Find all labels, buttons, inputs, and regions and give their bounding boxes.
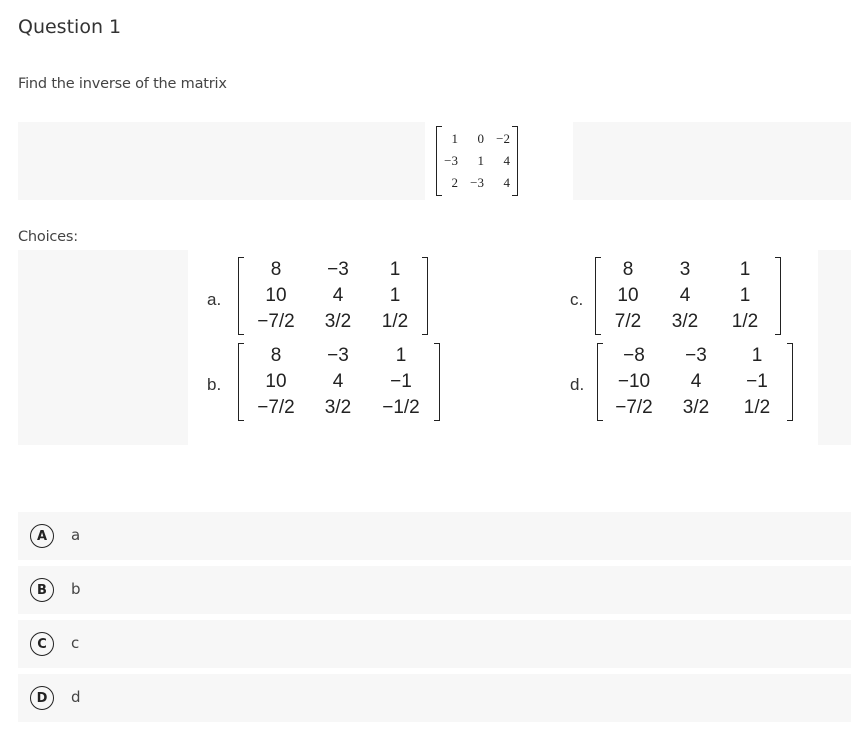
choice-b-letter: b.	[207, 375, 222, 394]
matrix-cell: −7/2	[257, 311, 295, 332]
matrix-cell: 1	[739, 259, 751, 280]
option-label-c: c	[71, 634, 80, 652]
choice-d-letter: d.	[570, 375, 585, 394]
matrix-cell: 3/2	[682, 397, 710, 418]
right-bracket	[422, 257, 428, 335]
answer-option-d[interactable]: D d	[18, 674, 851, 722]
matrix-cell: 3/2	[324, 397, 352, 418]
right-bracket	[787, 343, 793, 421]
matrix-cell: −1	[746, 371, 768, 392]
matrix-cell: −1/2	[382, 397, 420, 418]
matrix-cell: −7/2	[257, 397, 295, 418]
question-matrix: 1 0 −2 −3 1 4 2 −3 4	[436, 126, 518, 196]
matrix-cell: 4	[503, 153, 511, 168]
choice-b-matrix: 8 −3 1 10 4 −1 −7/2 3/2 −1/2	[238, 343, 440, 421]
right-bracket	[434, 343, 440, 421]
matrix-cell: 4	[332, 285, 344, 306]
option-badge-b[interactable]: B	[30, 578, 54, 602]
question-title: Question 1	[18, 16, 122, 38]
matrix-cell: 1/2	[731, 311, 759, 332]
matrix-cell: 1	[739, 285, 751, 306]
option-badge-d[interactable]: D	[30, 686, 54, 710]
option-label-d: d	[71, 688, 81, 706]
matrix-cell: −1	[390, 371, 412, 392]
matrix-cell: 10	[265, 285, 287, 306]
right-bracket	[512, 126, 518, 196]
matrix-cell: 2	[451, 175, 459, 190]
question-prompt: Find the inverse of the matrix	[18, 76, 227, 92]
matrix-cell: 3	[679, 259, 691, 280]
matrix-cell: 1	[477, 153, 485, 168]
choice-a-matrix: 8 −3 1 10 4 1 −7/2 3/2 1/2	[238, 257, 428, 335]
matrix-cell: −3	[327, 259, 349, 280]
matrix-cell: 1/2	[743, 397, 771, 418]
matrix-cell: 1	[389, 259, 401, 280]
matrix-cell: −2	[496, 131, 510, 146]
option-badge-a[interactable]: A	[30, 524, 54, 548]
matrix-cell: 4	[503, 175, 511, 190]
matrix-cell: 8	[270, 259, 282, 280]
answer-option-c[interactable]: C c	[18, 620, 851, 668]
option-label-a: a	[71, 526, 81, 544]
matrix-cell: 3/2	[324, 311, 352, 332]
matrix-cell: −3	[327, 345, 349, 366]
matrix-cell: −3	[444, 153, 458, 168]
matrix-cell: 10	[265, 371, 287, 392]
answer-option-a[interactable]: A a	[18, 512, 851, 560]
choice-a-letter: a.	[207, 290, 222, 309]
matrix-cell: 1/2	[381, 311, 409, 332]
choice-d-matrix: −8 −3 1 −10 4 −1 −7/2 3/2 1/2	[597, 343, 793, 421]
matrix-cell: 3/2	[671, 311, 699, 332]
matrix-cell: 10	[617, 285, 639, 306]
matrix-cell: 1	[451, 131, 459, 146]
matrix-cell: −10	[617, 371, 651, 392]
matrix-cell: −3	[685, 345, 707, 366]
choice-c-letter: c.	[570, 290, 584, 309]
matrix-cell: 0	[477, 131, 485, 146]
choices-label: Choices:	[18, 229, 78, 245]
option-label-b: b	[71, 580, 81, 598]
matrix-cell: 1	[751, 345, 763, 366]
matrix-cell: −3	[470, 175, 484, 190]
choice-c-matrix: 8 3 1 10 4 1 7/2 3/2 1/2	[595, 257, 781, 335]
option-badge-c[interactable]: C	[30, 632, 54, 656]
matrix-cell: 4	[679, 285, 691, 306]
matrix-cell: 7/2	[614, 311, 642, 332]
matrix-cell: 4	[690, 371, 702, 392]
matrix-cell: 8	[270, 345, 282, 366]
right-bracket	[775, 257, 781, 335]
answer-option-b[interactable]: B b	[18, 566, 851, 614]
matrix-cell: −8	[623, 345, 645, 366]
matrix-cell: 4	[332, 371, 344, 392]
matrix-cell: 1	[389, 285, 401, 306]
matrix-cell: 8	[622, 259, 634, 280]
matrix-cell: −7/2	[615, 397, 653, 418]
matrix-cell: 1	[395, 345, 407, 366]
